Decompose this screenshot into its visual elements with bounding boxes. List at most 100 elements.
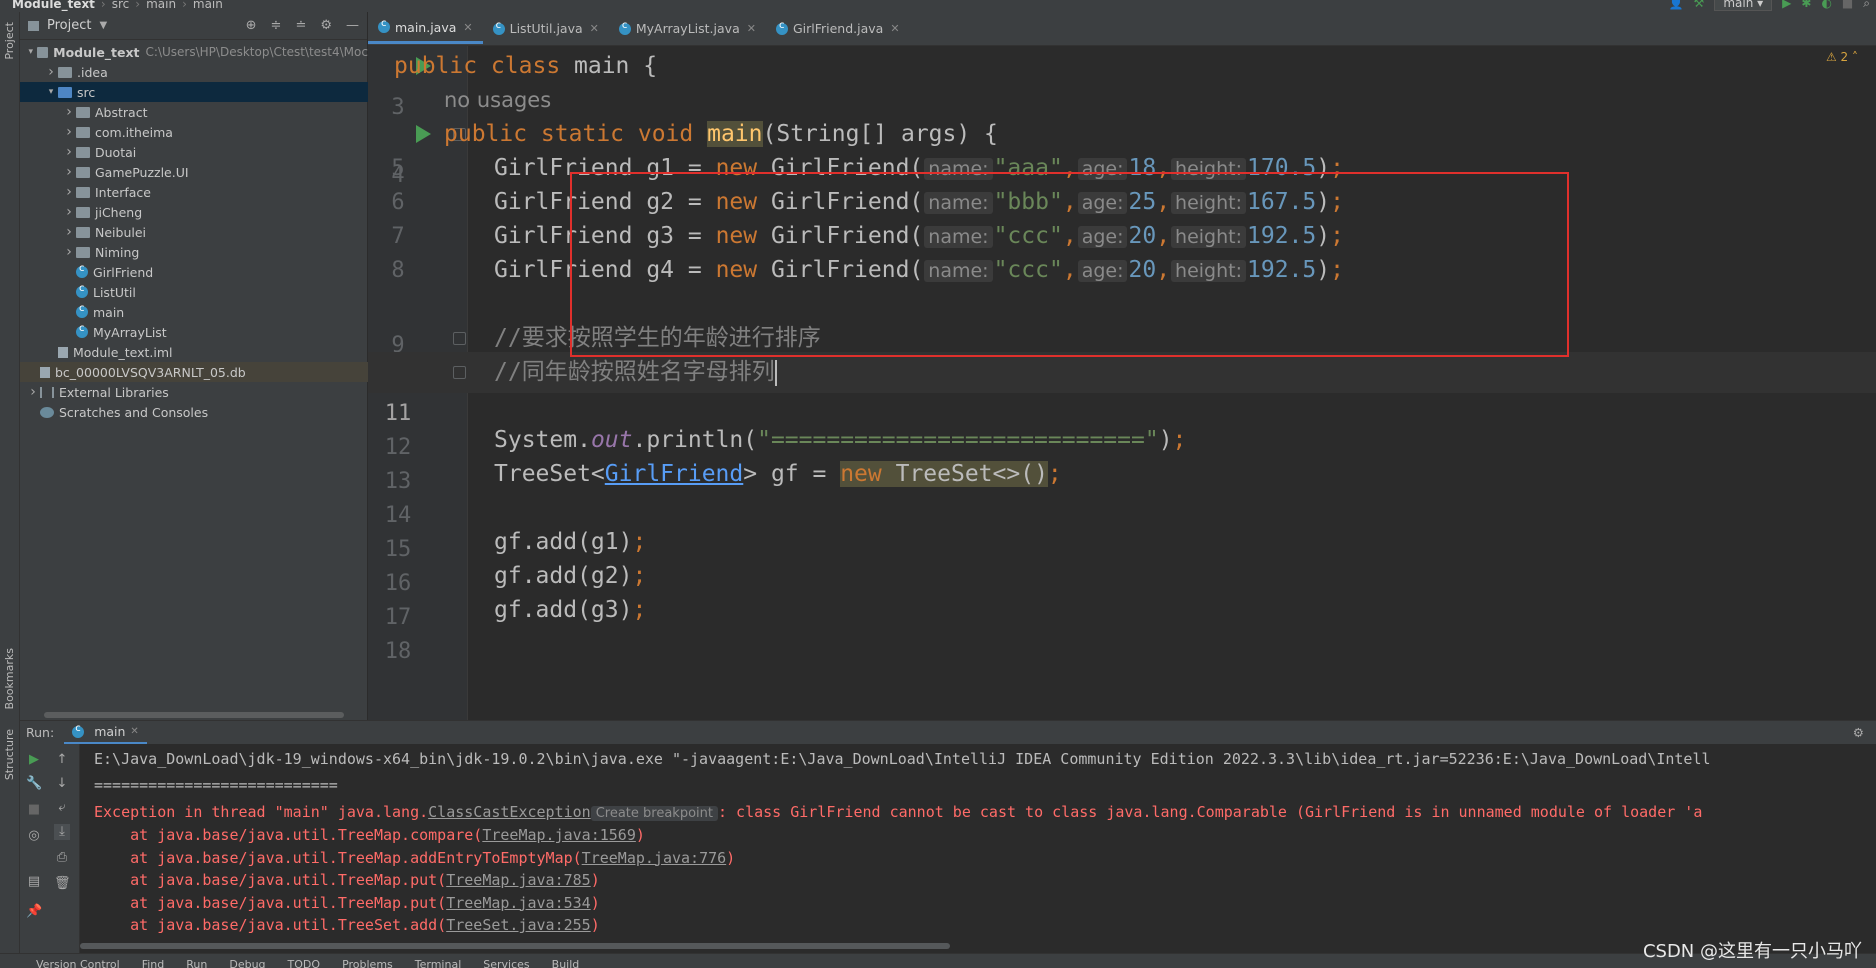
bottom-tool-tab[interactable]: Terminal <box>415 958 462 968</box>
tree-item[interactable]: ▾ src <box>20 82 368 102</box>
gear-icon[interactable]: ⚙ <box>1853 725 1876 740</box>
tree-item[interactable]: › Neibulei <box>20 222 368 242</box>
locate-icon[interactable]: ⊕ <box>246 18 257 33</box>
breadcrumb-package[interactable]: main <box>146 0 176 11</box>
search-icon[interactable]: ⌕ <box>1863 0 1870 11</box>
breadcrumb-project[interactable]: Module_text <box>12 0 95 11</box>
collapse-all-icon[interactable]: ≐ <box>295 18 306 33</box>
chevron-down-icon[interactable]: ▼ <box>99 20 107 31</box>
chevron-right-icon[interactable]: › <box>62 124 76 140</box>
chevron-right-icon[interactable]: › <box>44 64 58 80</box>
stack-trace-link[interactable]: TreeMap.java:776 <box>582 849 727 867</box>
create-breakpoint-badge[interactable]: Create breakpoint <box>590 806 718 821</box>
user-icon[interactable]: 👤 <box>1669 0 1684 10</box>
chevron-right-icon[interactable]: › <box>62 144 76 160</box>
class-reference-link[interactable]: GirlFriend <box>605 461 743 487</box>
chevron-right-icon[interactable]: › <box>62 164 76 180</box>
bottom-tool-tab[interactable]: Run <box>186 958 207 968</box>
tree-item[interactable]: › Interface <box>20 182 368 202</box>
tree-item[interactable]: ListUtil <box>20 282 368 302</box>
stack-trace-link[interactable]: TreeMap.java:785 <box>446 871 591 889</box>
tree-item[interactable]: Scratches and Consoles <box>20 402 368 422</box>
chevron-right-icon[interactable]: › <box>62 224 76 240</box>
fold-icon[interactable] <box>453 366 466 379</box>
rerun-icon[interactable]: ▶ <box>26 752 42 768</box>
bottom-tool-tab[interactable]: Find <box>142 958 165 968</box>
run-tab-main[interactable]: main ✕ <box>64 722 147 744</box>
console-output[interactable]: E:\Java_DownLoad\jdk-19_windows-x64_bin\… <box>80 744 1876 953</box>
close-icon[interactable]: ✕ <box>463 21 472 34</box>
wrench-icon[interactable]: 🔧 <box>26 776 42 792</box>
tree-item[interactable]: › com.itheima <box>20 122 368 142</box>
tree-item[interactable]: bc_00000LVSQV3ARNLT_05.db <box>20 362 368 382</box>
bottom-tool-tab[interactable]: TODO <box>288 958 321 968</box>
tree-item[interactable]: › External Libraries <box>20 382 368 402</box>
tree-item[interactable]: › Niming <box>20 242 368 262</box>
debug-icon[interactable]: ✱ <box>1801 0 1811 10</box>
bottom-tool-tab[interactable]: Problems <box>342 958 393 968</box>
down-arrow-icon[interactable]: ↓ <box>54 776 70 792</box>
project-tool-tab[interactable]: Project <box>3 22 16 60</box>
project-scrollbar[interactable] <box>44 712 344 718</box>
chevron-right-icon[interactable]: › <box>26 384 40 400</box>
bottom-tool-tab[interactable]: Services <box>483 958 529 968</box>
tree-item[interactable]: GirlFriend <box>20 262 368 282</box>
usage-hint[interactable]: no usages <box>444 88 551 112</box>
exception-link[interactable]: ClassCastException <box>428 803 591 821</box>
tree-item[interactable]: › GamePuzzle.UI <box>20 162 368 182</box>
print-icon[interactable]: ⎙ <box>54 850 70 866</box>
tree-item[interactable]: MyArrayList <box>20 322 368 342</box>
bottom-tool-tab[interactable]: Debug <box>229 958 265 968</box>
tree-item[interactable]: › .idea <box>20 62 368 82</box>
stack-trace-link[interactable]: TreeMap.java:1569 <box>482 826 636 844</box>
tree-item[interactable]: › Duotai <box>20 142 368 162</box>
stack-trace-link[interactable]: TreeSet.java:255 <box>446 916 591 934</box>
run-icon[interactable]: ▶ <box>1782 0 1791 10</box>
up-arrow-icon[interactable]: ↑ <box>54 752 70 768</box>
structure-tool-tab[interactable]: Structure <box>3 729 16 780</box>
chevron-down-icon[interactable]: ▾ <box>44 87 58 97</box>
close-icon[interactable]: ✕ <box>130 726 138 737</box>
trash-icon[interactable]: 🗑 <box>54 876 71 892</box>
close-icon[interactable]: ✕ <box>890 22 899 35</box>
project-panel-title[interactable]: Project <box>47 18 91 33</box>
tree-item[interactable]: ▾ Module_text C:\Users\HP\Desktop\Ctest\te… <box>20 42 368 62</box>
bottom-tool-tab[interactable]: Version Control <box>36 958 120 968</box>
tree-item[interactable]: Module_text.iml <box>20 342 368 362</box>
scroll-to-end-icon[interactable]: ⤓ <box>54 824 70 840</box>
code-editor[interactable]: ⚠ 2 ˄ 3 public class main { no usages 4 … <box>368 46 1876 720</box>
breadcrumb-file[interactable]: main <box>193 0 223 11</box>
breadcrumb-src[interactable]: src <box>112 0 130 11</box>
stop-icon[interactable]: ■ <box>1842 0 1853 10</box>
stop-icon[interactable]: ■ <box>26 802 42 818</box>
bookmarks-tool-tab[interactable]: Bookmarks <box>3 648 16 709</box>
pin-icon[interactable]: 📌 <box>26 904 42 920</box>
tree-item[interactable]: › jiCheng <box>20 202 368 222</box>
console-scrollbar[interactable] <box>80 943 950 949</box>
build-hammer-icon[interactable]: ⚒ <box>1694 0 1705 10</box>
tree-item[interactable]: main <box>20 302 368 322</box>
chevron-right-icon[interactable]: › <box>62 104 76 120</box>
fold-icon[interactable] <box>453 332 466 345</box>
chevron-right-icon[interactable]: › <box>62 184 76 200</box>
editor-tab[interactable]: main.java ✕ <box>368 14 483 44</box>
close-icon[interactable]: ✕ <box>747 22 756 35</box>
chevron-down-icon[interactable]: ▾ <box>25 47 37 57</box>
coverage-icon[interactable]: ◐ <box>1821 0 1831 10</box>
editor-tab[interactable]: GirlFriend.java ✕ <box>766 14 910 44</box>
close-icon[interactable]: ✕ <box>590 22 599 35</box>
bottom-tool-tab[interactable]: Build <box>552 958 580 968</box>
soft-wrap-icon[interactable]: ⤶ <box>54 800 70 816</box>
chevron-right-icon[interactable]: › <box>62 244 76 260</box>
gear-icon[interactable]: ⚙ <box>320 18 332 33</box>
stack-trace-link[interactable]: TreeMap.java:534 <box>446 894 591 912</box>
camera-icon[interactable]: ◎ <box>26 828 42 844</box>
run-config-select[interactable]: main ▾ <box>1714 0 1773 11</box>
editor-tab[interactable]: MyArrayList.java ✕ <box>609 14 766 44</box>
layout-icon[interactable]: ▤ <box>26 874 42 890</box>
run-gutter-icon[interactable] <box>416 125 431 143</box>
editor-tab[interactable]: ListUtil.java ✕ <box>483 14 609 44</box>
expand-all-icon[interactable]: ≑ <box>271 18 282 33</box>
chevron-right-icon[interactable]: › <box>62 204 76 220</box>
tree-item[interactable]: › Abstract <box>20 102 368 122</box>
